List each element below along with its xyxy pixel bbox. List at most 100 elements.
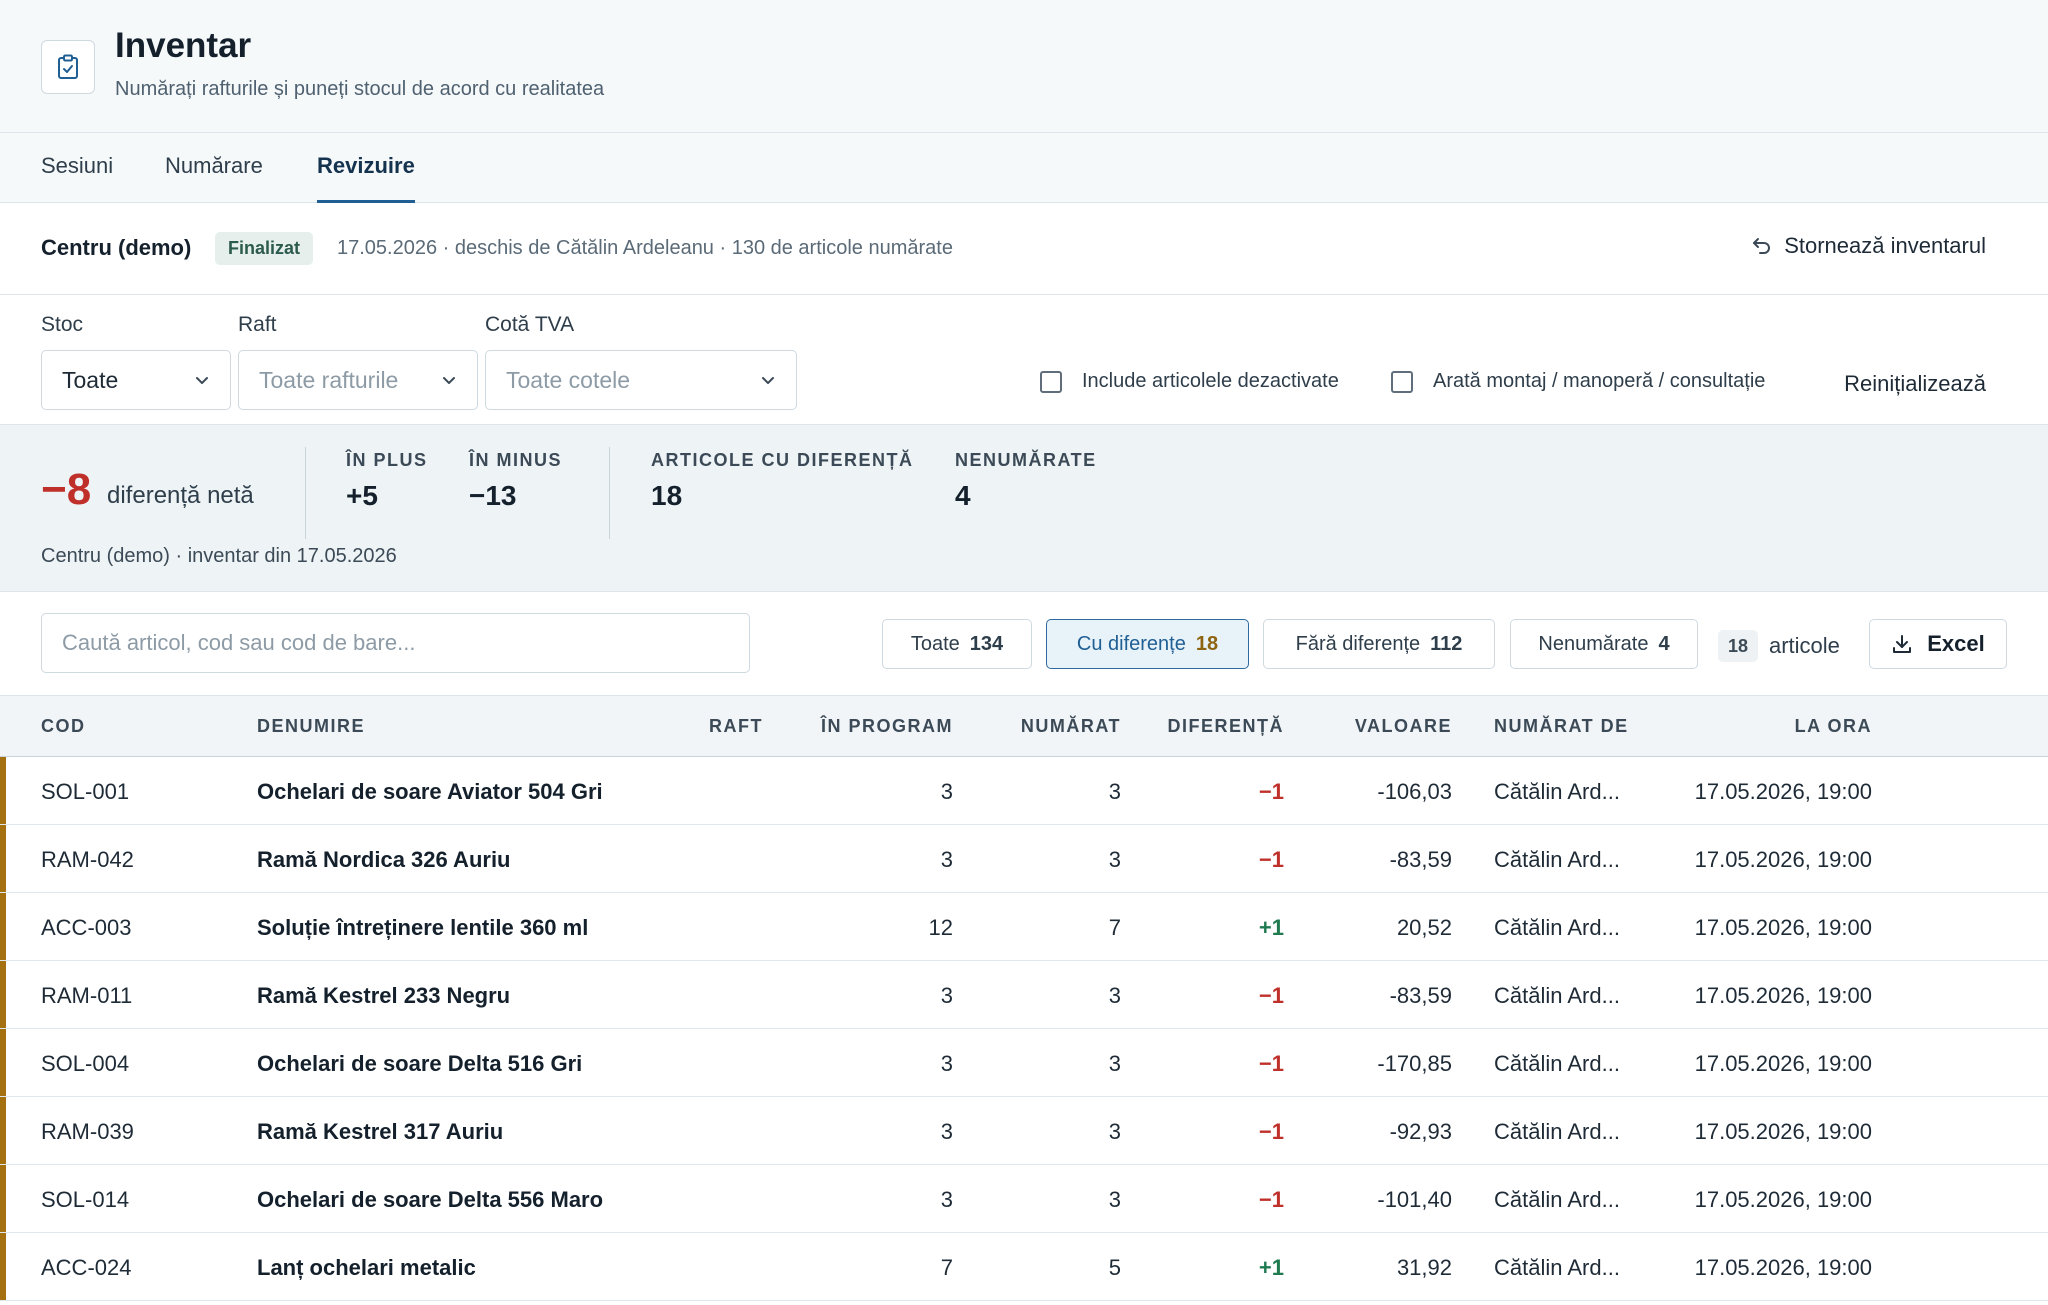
cell-value: -106,03 <box>1377 779 1452 804</box>
cell-name: Ramă Kestrel 233 Negru <box>257 983 511 1008</box>
cell-difference: +1 <box>1258 1255 1284 1280</box>
net-difference-value: −8 <box>41 465 92 514</box>
cell-name: Ramă Kestrel 317 Auriu <box>257 1119 504 1144</box>
row-status-marker <box>0 1029 6 1096</box>
table-row[interactable]: RAM-042 Ramă Nordica 326 Auriu 3 3 −1 -83,59 C… <box>0 825 2048 893</box>
chip-label: Nenumărate <box>1538 633 1649 655</box>
chevron-down-icon <box>443 377 455 384</box>
checkbox-box[interactable] <box>1391 370 1413 393</box>
row-status-marker <box>0 757 6 824</box>
chip-label: Fără diferențe <box>1295 633 1421 655</box>
table-row[interactable]: RAM-039 Ramă Kestrel 317 Auriu 3 3 −1 -92,93 C… <box>0 1097 2048 1165</box>
filter-chip-no-diff[interactable]: Fără diferențe 112 <box>1263 619 1495 669</box>
column-header-counted-by[interactable]: NUMĂRAT DE <box>1494 716 1629 737</box>
clipboard-check-icon <box>41 40 95 94</box>
diff-items-label: ARTICOLE CU DIFERENȚĂ <box>651 450 914 470</box>
plus-value: +5 <box>346 480 378 511</box>
cell-counted: 7 <box>1108 915 1121 940</box>
undo-icon <box>1753 238 1771 254</box>
chip-label: Cu diferențe <box>1076 633 1186 655</box>
chevron-down-icon <box>762 377 774 384</box>
cell-value: -83,59 <box>1389 983 1452 1008</box>
cell-time: 17.05.2026, 19:00 <box>1694 1119 1872 1144</box>
cell-name: Ochelari de soare Delta 556 Maro <box>257 1187 604 1212</box>
cell-code: SOL-004 <box>41 1051 130 1076</box>
cell-counted-by: Cătălin Ard... <box>1494 779 1620 804</box>
cell-in-program: 3 <box>940 983 953 1008</box>
cell-counted-by: Cătălin Ard... <box>1494 1255 1620 1280</box>
cell-in-program: 3 <box>940 1187 953 1212</box>
column-header-time[interactable]: LA ORA <box>1795 716 1872 737</box>
column-header-value[interactable]: VALOARE <box>1355 716 1452 737</box>
divider <box>609 447 610 539</box>
search-input[interactable] <box>41 613 750 673</box>
cell-difference: −1 <box>1258 1119 1284 1144</box>
cell-code: ACC-024 <box>41 1255 132 1280</box>
cell-value: 20,52 <box>1396 915 1452 940</box>
row-status-marker <box>0 1165 6 1232</box>
storno-button[interactable]: Stornează inventarul <box>1752 233 1986 259</box>
status-badge: Finalizat <box>215 232 314 265</box>
cell-code: RAM-042 <box>41 847 134 872</box>
session-meta: 17.05.2026 · deschis de Cătălin Ardelean… <box>337 237 953 259</box>
cell-counted-by: Cătălin Ard... <box>1494 983 1620 1008</box>
cell-counted-by: Cătălin Ard... <box>1494 915 1620 940</box>
result-count-label: articole <box>1769 633 1840 658</box>
cell-code: SOL-014 <box>41 1187 130 1212</box>
row-status-marker <box>0 893 6 960</box>
tab-sesiuni[interactable]: Sesiuni <box>41 133 113 203</box>
vat-select[interactable]: Toate cotele <box>485 350 797 410</box>
row-status-marker <box>0 1097 6 1164</box>
row-status-marker <box>0 1233 6 1300</box>
table-row[interactable]: RAM-011 Ramă Kestrel 233 Negru 3 3 −1 -83,59 C… <box>0 961 2048 1029</box>
cell-counted: 3 <box>1108 983 1121 1008</box>
vat-select-placeholder: Toate cotele <box>506 367 631 393</box>
tab-numarare[interactable]: Numărare <box>165 133 263 203</box>
checkbox-box[interactable] <box>1040 370 1062 393</box>
shelf-select[interactable]: Toate rafturile <box>238 350 478 410</box>
table-row[interactable]: SOL-014 Ochelari de soare Delta 556 Maro 3… <box>0 1165 2048 1233</box>
cell-difference: −1 <box>1258 1051 1284 1076</box>
excel-export-button[interactable]: Excel <box>1869 619 2007 669</box>
cell-in-program: 3 <box>940 1119 953 1144</box>
tab-bar: Sesiuni Numărare Revizuire <box>0 133 2048 203</box>
cell-in-program: 3 <box>940 1051 953 1076</box>
table-row[interactable]: ACC-003 Soluție întreținere lentile 360 m… <box>0 893 2048 961</box>
cell-counted: 3 <box>1108 779 1121 804</box>
cell-in-program: 12 <box>928 915 953 940</box>
uncounted-label: NENUMĂRATE <box>955 450 1097 470</box>
cell-difference: −1 <box>1258 847 1284 872</box>
column-header-shelf[interactable]: RAFT <box>709 716 763 737</box>
reset-button[interactable]: Reinițializează <box>1844 371 1986 397</box>
cell-value: -83,59 <box>1389 847 1452 872</box>
shelf-filter-label: Raft <box>238 313 277 336</box>
tab-revizuire[interactable]: Revizuire <box>317 133 415 203</box>
cell-counted-by: Cătălin Ard... <box>1494 1187 1620 1212</box>
download-icon <box>1893 635 1912 653</box>
column-header-name[interactable]: DENUMIRE <box>257 716 365 737</box>
table-row[interactable]: SOL-004 Ochelari de soare Delta 516 Gri 3 3… <box>0 1029 2048 1097</box>
filter-chip-uncounted[interactable]: Nenumărate 4 <box>1510 619 1698 669</box>
column-header-counted[interactable]: NUMĂRAT <box>1021 716 1121 737</box>
minus-label: ÎN MINUS <box>469 450 562 470</box>
column-header-code[interactable]: COD <box>41 716 86 737</box>
chevron-down-icon <box>196 377 208 384</box>
chip-count: 4 <box>1658 633 1670 655</box>
filter-chip-with-diff[interactable]: Cu diferențe 18 <box>1046 619 1249 669</box>
table-row[interactable]: SOL-001 Ochelari de soare Aviator 504 Gri… <box>0 757 2048 825</box>
cell-value: -101,40 <box>1377 1187 1452 1212</box>
row-status-marker <box>0 825 6 892</box>
table-toolbar: Toate 134 Cu diferențe 18 Fără diferențe 11… <box>0 592 2048 695</box>
cell-difference: −1 <box>1258 983 1284 1008</box>
stock-select-value: Toate <box>62 367 119 393</box>
include-disabled-checkbox[interactable]: Include articolele dezactivate <box>1040 370 1339 393</box>
chip-count: 112 <box>1430 633 1463 655</box>
column-header-difference[interactable]: DIFERENȚĂ <box>1168 716 1285 737</box>
column-header-in-program[interactable]: ÎN PROGRAM <box>821 716 953 737</box>
vat-filter-label: Cotă TVA <box>485 313 575 336</box>
cell-counted: 3 <box>1108 847 1121 872</box>
filter-chip-all[interactable]: Toate 134 <box>882 619 1032 669</box>
show-services-checkbox[interactable]: Arată montaj / manoperă / consultație <box>1391 370 1765 393</box>
table-row[interactable]: ACC-024 Lanț ochelari metalic 7 5 +1 31,92 Căt… <box>0 1233 2048 1301</box>
stock-select[interactable]: Toate <box>41 350 231 410</box>
